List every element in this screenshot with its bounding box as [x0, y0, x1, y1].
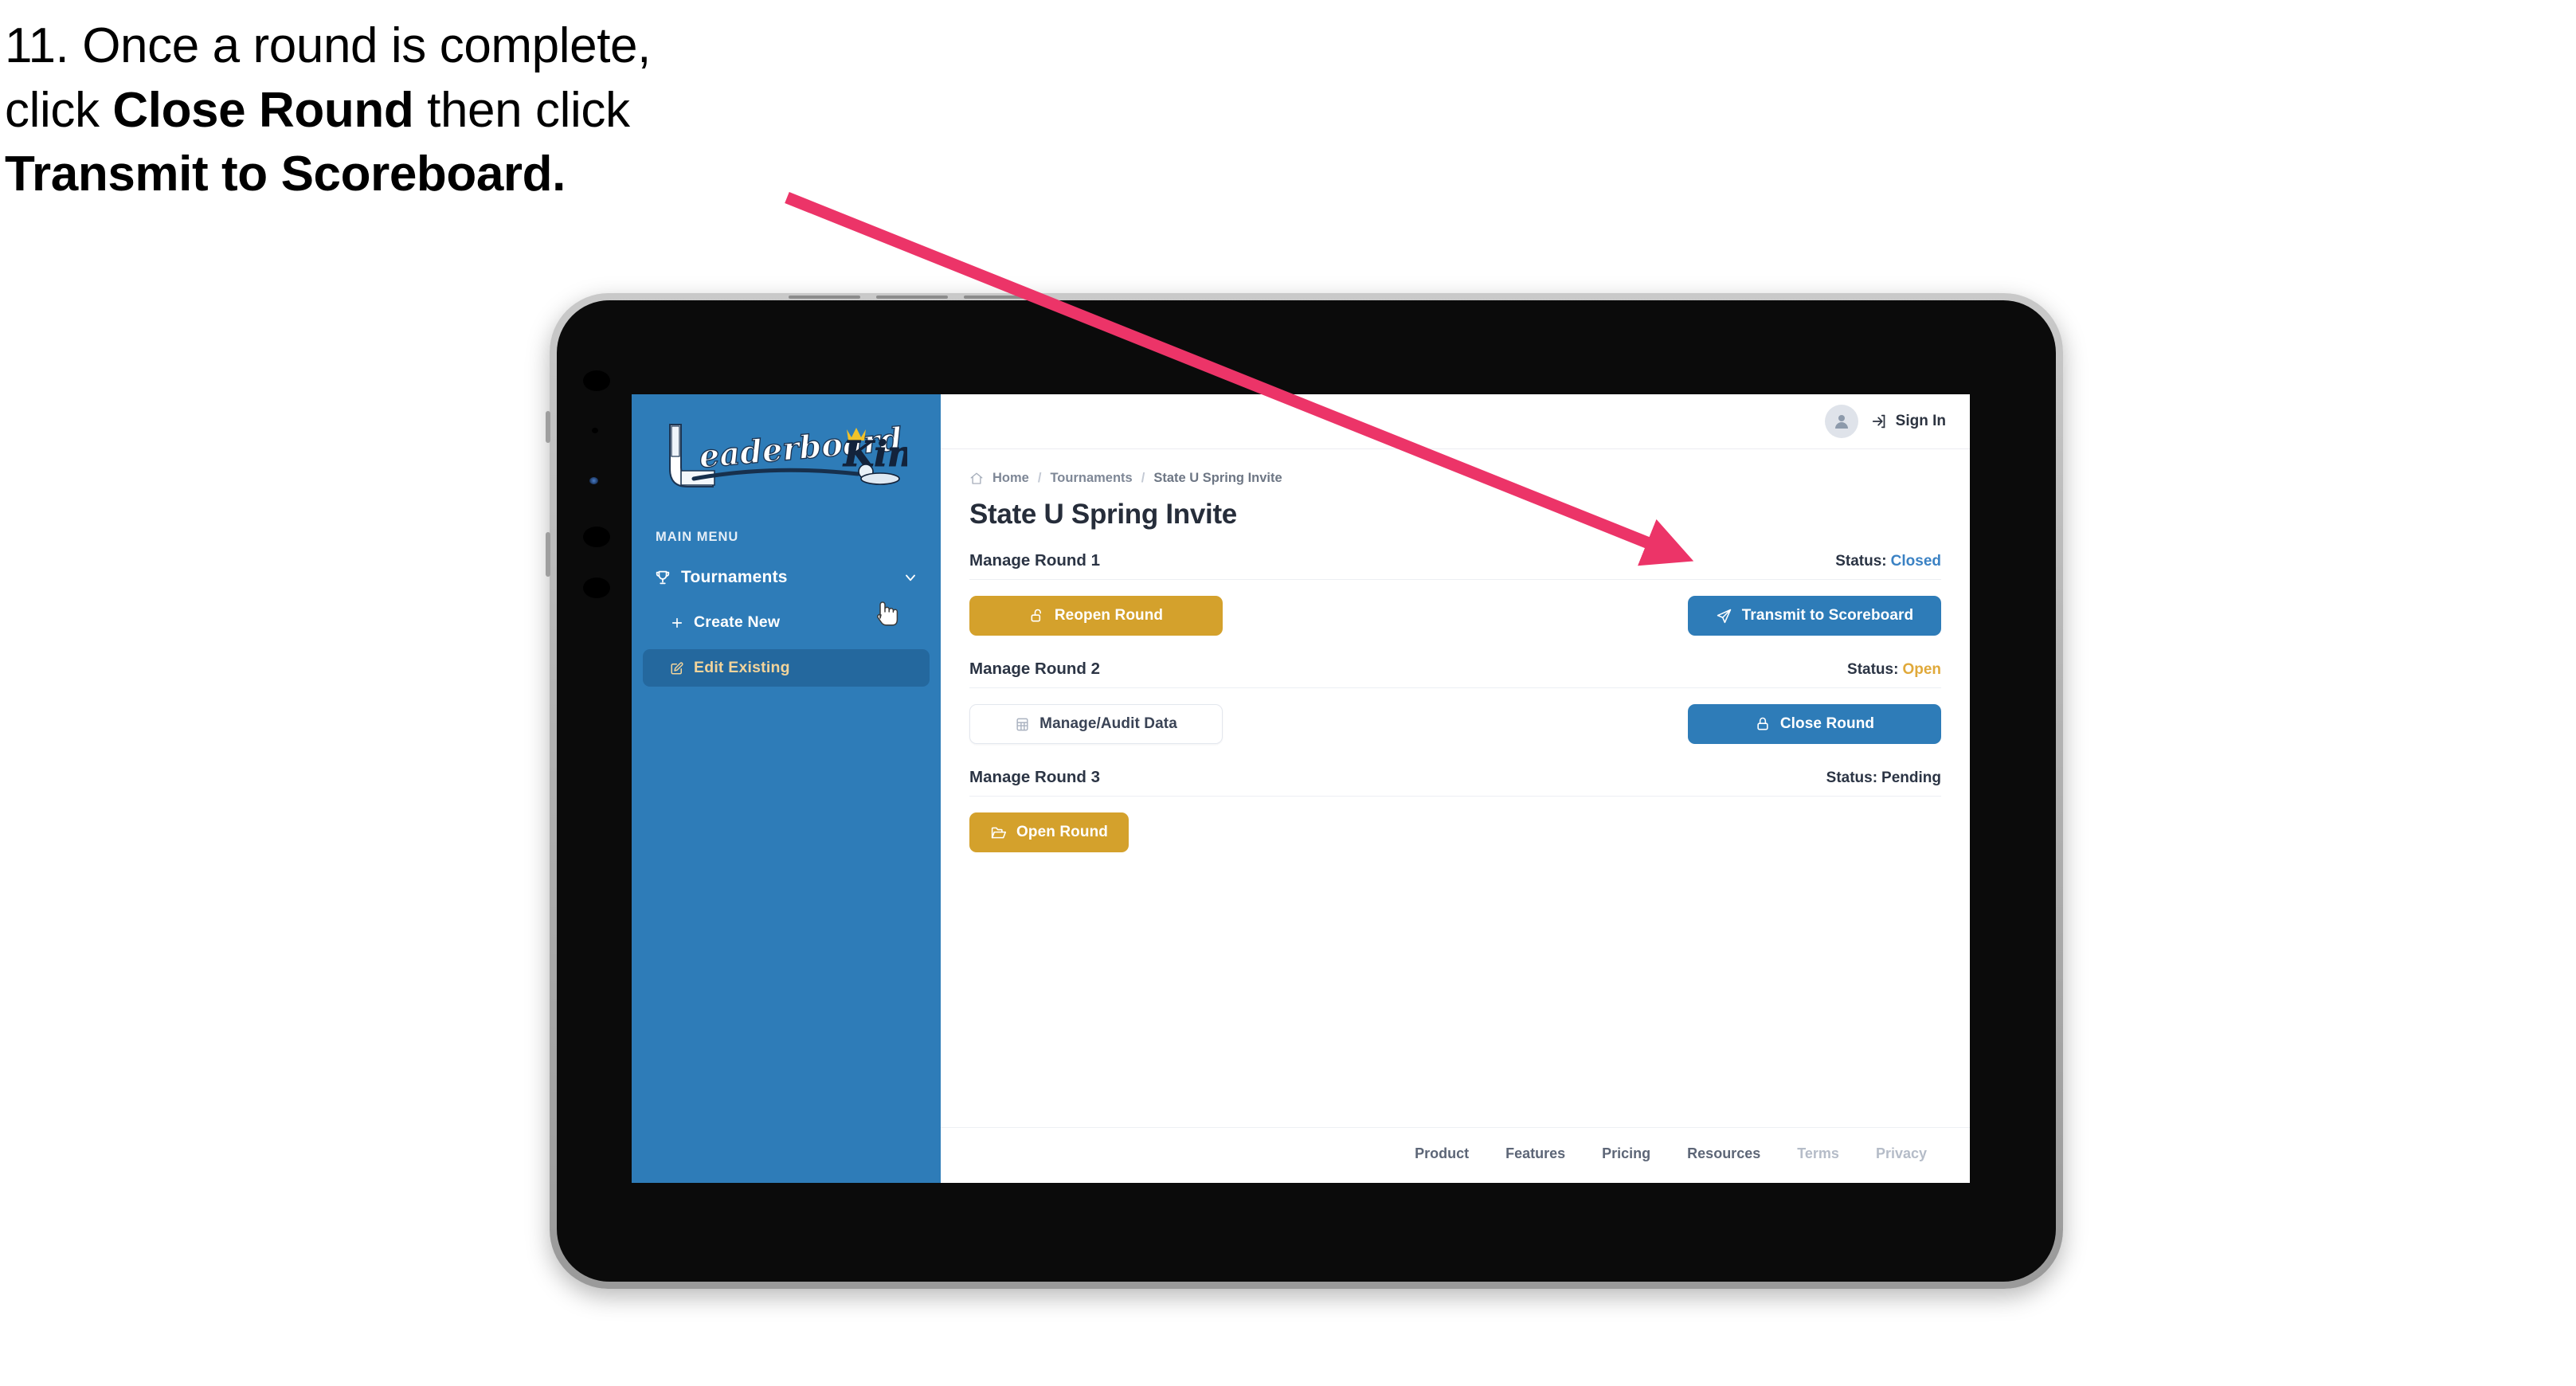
sensor-icon: [583, 527, 610, 547]
status-badge: Status: Closed: [1835, 553, 1941, 570]
home-icon[interactable]: [969, 472, 984, 486]
page-title: State U Spring Invite: [969, 499, 1237, 530]
breadcrumb-item-current: State U Spring Invite: [1153, 471, 1282, 485]
caption-line-2-prefix: click: [5, 82, 113, 138]
transmit-to-scoreboard-button[interactable]: Transmit to Scoreboard: [1688, 596, 1941, 636]
front-camera-icon: [583, 370, 610, 391]
status-value: Open: [1902, 661, 1941, 678]
pointing-hand-cursor: [871, 597, 898, 629]
breadcrumb-separator: /: [1037, 471, 1042, 485]
round-actions: Open Round: [969, 809, 1941, 855]
sidebar-item-tournaments[interactable]: Tournaments: [643, 559, 930, 596]
open-round-label: Open Round: [1016, 824, 1108, 840]
manage-audit-data-button[interactable]: Manage/Audit Data: [969, 704, 1223, 744]
svg-text:King: King: [842, 434, 907, 475]
reopen-round-label: Reopen Round: [1054, 607, 1164, 624]
round-actions: Manage/Audit Data Close Round: [969, 701, 1941, 747]
round-actions: Reopen Round Transmit to Scoreboard: [969, 593, 1941, 639]
divider: [969, 687, 1941, 688]
app-logo[interactable]: eaderboard King: [652, 418, 907, 495]
sidebar: eaderboard King MAIN MENU: [632, 394, 941, 1183]
transmit-to-scoreboard-label: Transmit to Scoreboard: [1741, 607, 1914, 624]
speaker-grill: [789, 296, 860, 299]
footer-link-resources[interactable]: Resources: [1687, 1145, 1760, 1162]
user-avatar-icon: [1834, 415, 1848, 429]
footer-link-terms[interactable]: Terms: [1797, 1145, 1839, 1162]
round-header: Manage Round 1 Status: Closed: [969, 551, 1941, 570]
speaker-grill: [964, 296, 1035, 299]
sensor-icon: [592, 428, 598, 433]
trophy-icon: [654, 569, 678, 586]
status-label: Status:: [1847, 661, 1899, 678]
leaderboard-king-logo-icon: eaderboard King: [669, 420, 907, 487]
caption-transmit-emphasis: Transmit to Scoreboard.: [5, 147, 566, 202]
status-badge: Status: Open: [1847, 661, 1941, 679]
round-header: Manage Round 2 Status: Open: [969, 660, 1941, 679]
caption-line-3: Transmit to Scoreboard.: [5, 143, 849, 207]
status-label: Status:: [1835, 553, 1887, 570]
footer-link-product[interactable]: Product: [1415, 1145, 1469, 1162]
reopen-round-button[interactable]: Reopen Round: [969, 596, 1223, 636]
caption-close-round-emphasis: Close Round: [112, 82, 414, 138]
status-value: Pending: [1881, 769, 1941, 786]
footer: Product Features Pricing Resources Terms…: [941, 1127, 1970, 1183]
top-bar: Sign In: [941, 394, 1970, 449]
caption-line-1-text: 11. Once a round is complete,: [5, 18, 651, 73]
sidebar-item-edit-existing-label: Edit Existing: [694, 659, 790, 676]
breadcrumb-separator: /: [1141, 471, 1145, 485]
browser-viewport: eaderboard King MAIN MENU: [632, 394, 1970, 1183]
sensor-icon: [583, 578, 610, 598]
footer-link-pricing[interactable]: Pricing: [1602, 1145, 1650, 1162]
open-folder-icon: [990, 824, 1007, 841]
divider: [969, 579, 1941, 580]
round-section-3: Manage Round 3 Status: Pending Open Roun…: [969, 768, 1941, 855]
divider: [969, 796, 1941, 797]
caption-line-2: click Close Round then click: [5, 79, 849, 143]
open-round-button[interactable]: Open Round: [969, 812, 1129, 852]
instruction-caption: 11. Once a round is complete, click Clos…: [5, 14, 849, 207]
main-column: Sign In Home / Tournaments / State U Spr…: [941, 394, 1970, 1183]
close-round-label: Close Round: [1779, 715, 1875, 732]
breadcrumb-item-home[interactable]: Home: [992, 471, 1029, 486]
avatar[interactable]: [1824, 405, 1858, 438]
page-content: Home / Tournaments / State U Spring Invi…: [941, 449, 1970, 1127]
speaker-grill: [876, 296, 948, 299]
chevron-down-icon[interactable]: [902, 570, 918, 585]
round-title: Manage Round 2: [969, 660, 1101, 678]
round-title: Manage Round 3: [969, 768, 1101, 786]
status-label: Status:: [1826, 769, 1878, 786]
edit-pencil-icon: [670, 661, 694, 675]
round-title: Manage Round 1: [969, 551, 1101, 570]
sidebar-item-create-new-label: Create New: [694, 613, 781, 631]
table-grid-icon: [1015, 717, 1030, 732]
paper-plane-icon: [1716, 608, 1732, 624]
manage-audit-data-label: Manage/Audit Data: [1039, 715, 1177, 732]
round-header: Manage Round 3 Status: Pending: [969, 768, 1941, 787]
sign-in-button[interactable]: Sign In: [1871, 413, 1946, 430]
status-badge: Status: Pending: [1826, 769, 1941, 787]
caption-line-2-suffix: then click: [413, 82, 630, 138]
round-section-1: Manage Round 1 Status: Closed Reopen Rou…: [969, 551, 1941, 639]
footer-link-privacy[interactable]: Privacy: [1876, 1145, 1927, 1162]
round-section-2: Manage Round 2 Status: Open Manage/Audit…: [969, 660, 1941, 747]
breadcrumb-item-tournaments[interactable]: Tournaments: [1050, 471, 1132, 486]
lock-icon: [1755, 716, 1771, 732]
sidebar-item-edit-existing[interactable]: Edit Existing: [643, 649, 930, 687]
sidebar-section-label: MAIN MENU: [656, 530, 739, 544]
device-volume-button[interactable]: [546, 532, 550, 577]
close-round-button[interactable]: Close Round: [1688, 704, 1941, 744]
plus-icon: [670, 616, 694, 630]
device-side-button[interactable]: [546, 411, 550, 443]
login-arrow-icon: [1871, 413, 1889, 430]
status-value: Closed: [1890, 553, 1941, 570]
sign-in-label: Sign In: [1895, 413, 1946, 429]
status-led-icon: [589, 477, 598, 484]
footer-link-features[interactable]: Features: [1505, 1145, 1565, 1162]
caption-line-1: 11. Once a round is complete,: [5, 14, 849, 79]
unlock-icon: [1029, 608, 1045, 624]
breadcrumb: Home / Tournaments / State U Spring Invi…: [969, 471, 1941, 486]
sidebar-item-tournaments-label: Tournaments: [681, 568, 788, 586]
